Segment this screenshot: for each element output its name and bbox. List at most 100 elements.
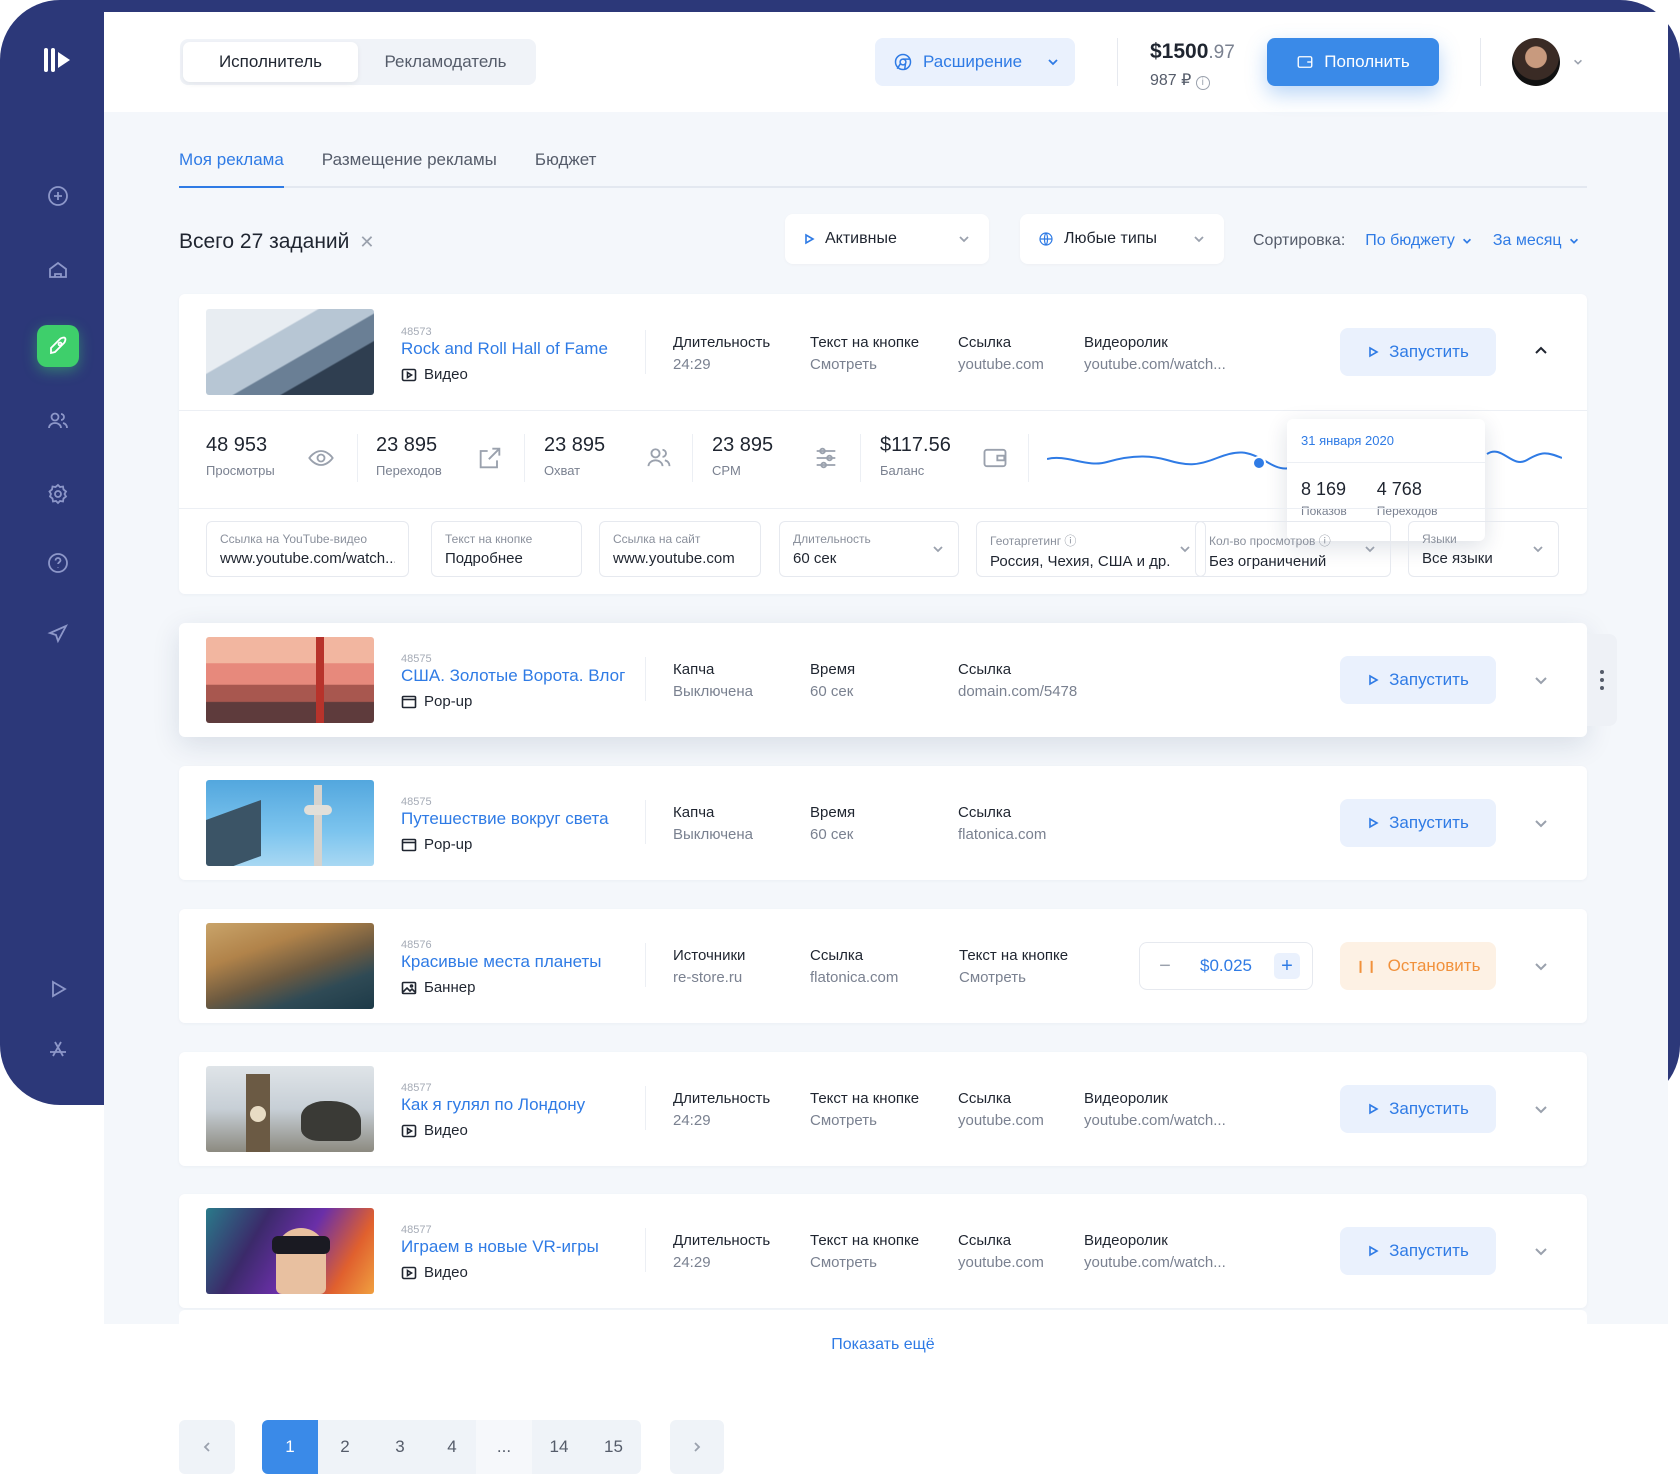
chevron-down-icon[interactable]: [1533, 958, 1549, 974]
chevron-down-icon[interactable]: [1533, 672, 1549, 688]
tab-budget[interactable]: Бюджет: [535, 150, 597, 186]
help-icon[interactable]: [37, 542, 79, 584]
field-value: Подробнее: [445, 550, 523, 567]
period-select[interactable]: За месяц: [1493, 232, 1580, 250]
page-button[interactable]: 3: [372, 1420, 428, 1474]
thumbnail: [206, 1066, 374, 1152]
geotargeting-select[interactable]: Геотаргетинг ⓘ Россия, Чехия, США и др.: [976, 521, 1206, 577]
ad-type: Pop-up: [424, 836, 473, 853]
page-button[interactable]: 1: [262, 1420, 318, 1474]
play-icon: [1369, 1103, 1379, 1115]
site-link-field[interactable]: Ссылка на сайт www.youtube.com: [599, 521, 761, 577]
field-label: Время: [810, 661, 856, 678]
home-icon[interactable]: [37, 249, 79, 291]
users-icon[interactable]: [37, 400, 79, 442]
play-icon[interactable]: [37, 968, 79, 1010]
topup-label: Пополнить: [1324, 52, 1410, 71]
chevron-down-icon[interactable]: [1533, 815, 1549, 831]
page-button[interactable]: 4: [428, 1420, 476, 1474]
add-icon[interactable]: [37, 175, 79, 217]
chevron-down-icon[interactable]: [1533, 1101, 1549, 1117]
field-value: Выключена: [673, 826, 753, 843]
duration-select[interactable]: Длительность 60 сек: [779, 521, 959, 577]
run-button[interactable]: Запустить: [1340, 1227, 1496, 1275]
app-store-icon[interactable]: [37, 1028, 79, 1070]
settings-icon[interactable]: [37, 473, 79, 515]
tooltip-clicks-label: Переходов: [1376, 504, 1438, 518]
sort-by-select[interactable]: По бюджету: [1365, 232, 1473, 250]
ad-card: 48577 Как я гулял по Лондону Видео Длите…: [179, 1052, 1587, 1166]
ad-field: Видеоролик youtube.com/watch...: [1084, 1232, 1226, 1271]
chrome-icon: [894, 53, 912, 71]
ad-title[interactable]: Играем в новые VR-игры: [401, 1237, 599, 1257]
ad-id: 48575: [401, 796, 432, 808]
field-value: youtube.com: [958, 1112, 1044, 1129]
close-icon[interactable]: ✕: [359, 232, 374, 253]
languages-select[interactable]: Языки Все языки: [1408, 521, 1559, 577]
status-filter[interactable]: Активные: [785, 214, 989, 264]
youtube-link-field[interactable]: Ссылка на YouTube-видео www.youtube.com/w…: [206, 521, 409, 577]
tab-my-ads[interactable]: Моя реклама: [179, 150, 284, 188]
chevron-down-icon[interactable]: [1572, 56, 1584, 68]
ad-field: Ссылка youtube.com: [958, 334, 1044, 373]
rocket-icon[interactable]: [37, 325, 79, 367]
prev-page-button[interactable]: [179, 1420, 235, 1474]
increment-button[interactable]: +: [1274, 953, 1300, 979]
page-button[interactable]: 14: [532, 1420, 586, 1474]
run-button[interactable]: Запустить: [1340, 1085, 1496, 1133]
ad-title[interactable]: Путешествие вокруг света: [401, 809, 609, 829]
more-options-icon[interactable]: [1587, 634, 1617, 726]
field-value: domain.com/5478: [958, 683, 1078, 700]
balance-rub: 987 ₽: [1150, 72, 1192, 89]
next-page-button[interactable]: [670, 1420, 724, 1474]
field-value: 60 сек: [810, 683, 854, 700]
balance-main: $1500: [1150, 40, 1209, 63]
info-icon[interactable]: i: [1195, 76, 1210, 90]
page-button[interactable]: 15: [586, 1420, 641, 1474]
wallet-icon: [981, 444, 1009, 472]
field-label: Видеоролик: [1084, 1232, 1168, 1249]
field-value: 24:29: [673, 356, 711, 373]
stat-label: Охват: [544, 463, 581, 478]
run-button[interactable]: Запустить: [1340, 328, 1496, 376]
run-button[interactable]: Запустить: [1340, 799, 1496, 847]
run-label: Запустить: [1389, 1099, 1469, 1118]
field-value: youtube.com/watch...: [1084, 356, 1226, 373]
field-label: Ссылка: [958, 334, 1012, 351]
ad-field: Время 60 сек: [810, 804, 855, 843]
section-tabs: Моя реклама Размещение рекламы Бюджет: [179, 150, 1587, 188]
show-more-button[interactable]: Показать ещё: [179, 1310, 1587, 1380]
button-text-field[interactable]: Текст на кнопке Подробнее: [431, 521, 582, 577]
decrement-button[interactable]: −: [1152, 953, 1178, 979]
avatar[interactable]: [1512, 38, 1560, 86]
total-label: Всего 27 заданий: [179, 230, 350, 253]
run-button[interactable]: Запустить: [1340, 656, 1496, 704]
type-filter[interactable]: Любые типы: [1020, 214, 1224, 264]
logo-icon[interactable]: [44, 46, 74, 74]
extension-button[interactable]: Расширение: [875, 38, 1075, 86]
ad-title[interactable]: Как я гулял по Лондону: [401, 1095, 585, 1115]
role-tab-advertiser[interactable]: Рекламодатель: [358, 42, 533, 82]
price-value[interactable]: $0.025: [1200, 956, 1252, 976]
wallet-icon: [1297, 56, 1313, 68]
ad-title[interactable]: США. Золотые Ворота. Влог: [401, 666, 625, 686]
stat-value: 23 895: [544, 434, 606, 456]
views-limit-select[interactable]: Кол-во просмотров ⓘ Без ограничений: [1195, 521, 1391, 577]
tab-ad-placement[interactable]: Размещение рекламы: [322, 150, 497, 186]
role-tab-performer[interactable]: Исполнитель: [183, 42, 358, 82]
ad-field: Видеоролик youtube.com/watch...: [1084, 334, 1226, 373]
popup-icon: [401, 838, 417, 851]
field-value: flatonica.com: [958, 826, 1047, 843]
chevron-down-icon[interactable]: [1533, 1243, 1549, 1259]
topup-button[interactable]: Пополнить: [1267, 38, 1439, 86]
stop-button[interactable]: ❙❙ Остановить: [1340, 942, 1496, 990]
ad-card: 48577 Играем в новые VR-игры Видео Длите…: [179, 1194, 1587, 1308]
period-label: За месяц: [1492, 232, 1562, 249]
page-button[interactable]: 2: [318, 1420, 372, 1474]
ad-title[interactable]: Красивые места планеты: [401, 952, 602, 972]
ad-id: 48577: [401, 1082, 432, 1094]
price-stepper: − $0.025 +: [1139, 942, 1313, 990]
ad-title[interactable]: Rock and Roll Hall of Fame: [401, 339, 608, 359]
chevron-up-icon[interactable]: [1533, 342, 1549, 358]
send-icon[interactable]: [37, 613, 79, 655]
